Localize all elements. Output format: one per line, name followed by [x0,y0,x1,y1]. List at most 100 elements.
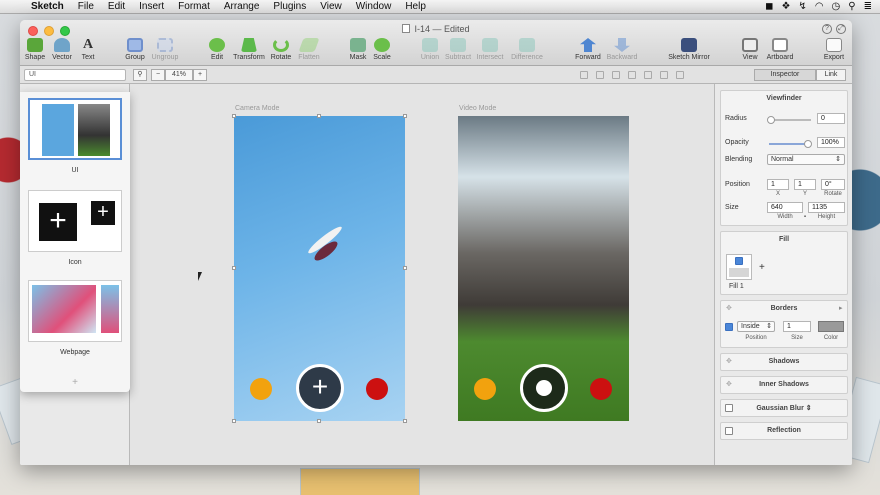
fill-checkbox[interactable] [735,257,743,265]
canvas[interactable]: Camera Mode + Video Mode [130,84,714,465]
add-fill-button[interactable]: + [759,262,765,273]
opacity-input[interactable]: 100% [817,137,845,148]
shadows-section[interactable]: ✥ Shadows [720,353,848,371]
gaussian-blur-checkbox[interactable] [725,404,733,412]
flatten-button[interactable]: Flatten [289,38,329,61]
menu-app-sketch[interactable]: Sketch [24,1,71,12]
chevron-updown-icon: ⇕ [835,156,841,163]
border-size-input[interactable]: 1 [783,321,811,332]
resize-handle[interactable] [317,114,321,118]
opacity-slider-knob[interactable] [804,140,812,148]
resize-handle[interactable] [232,266,236,270]
radius-input[interactable]: 0 [817,113,845,124]
reflection-section[interactable]: Reflection [720,422,848,440]
opacity-label: Opacity [725,139,749,146]
distribute-icon[interactable] [676,71,684,79]
notification-list-icon[interactable]: ≣ [864,1,872,12]
scale-button[interactable]: Scale [362,38,402,61]
resize-handle[interactable] [403,114,407,118]
search-zoom-icon[interactable]: ⚲ [133,69,147,81]
secondary-toolbar: UI ⚲ − 41% + Inspector Link [20,66,852,84]
borders-title[interactable]: Borders [721,301,847,312]
page-label: Webpage [60,349,90,356]
drag-handle-icon[interactable]: ✥ [726,380,732,388]
tab-inspector[interactable]: Inspector [754,69,816,81]
resize-handle[interactable] [403,266,407,270]
menu-help[interactable]: Help [398,1,433,12]
inner-shadows-section[interactable]: ✥ Inner Shadows [720,376,848,394]
text-tool[interactable]: A Text [68,38,108,62]
clock-icon[interactable]: ◷ [832,1,841,12]
align-top-icon[interactable] [628,71,636,79]
fullscreen-icon[interactable]: ⤢ [836,24,846,34]
align-right-icon[interactable] [612,71,620,79]
zoom-in-button[interactable]: + [193,69,207,81]
blending-select[interactable]: Normal ⇕ [767,154,845,165]
add-page-button[interactable]: + [20,377,130,388]
resize-handle[interactable] [403,419,407,423]
wifi-icon[interactable]: ◠ [815,1,824,12]
radius-slider-knob[interactable] [767,116,775,124]
backward-button[interactable]: Backward [602,38,642,61]
reflection-checkbox[interactable] [725,427,733,435]
right-mode-dot[interactable] [590,378,612,400]
sync-icon[interactable]: ↯ [798,1,806,12]
shutter-button[interactable]: + [296,364,344,412]
drag-handle-icon[interactable]: ✥ [726,357,732,365]
left-mode-dot[interactable] [474,378,496,400]
radius-slider[interactable] [769,119,811,121]
chevron-right-icon[interactable]: ▸ [839,304,843,312]
dropbox-icon[interactable]: ❖ [781,1,790,12]
artboard-camera-mode[interactable]: + [234,116,405,421]
menu-window[interactable]: Window [349,1,399,12]
align-bottom-icon[interactable] [660,71,668,79]
resize-handle[interactable] [232,419,236,423]
height-input[interactable]: 1135 [808,202,845,213]
position-x-input[interactable]: 1 [767,179,789,190]
ungroup-button[interactable]: Ungroup [145,38,185,61]
fill-item-label: Fill 1 [729,283,744,290]
difference-button[interactable]: Difference [507,38,547,61]
search-icon[interactable]: ⚲ [848,1,855,12]
align-middle-icon[interactable] [644,71,652,79]
border-position-select[interactable]: Inside ⇕ [737,321,775,332]
menu-insert[interactable]: Insert [132,1,171,12]
align-center-icon[interactable] [596,71,604,79]
intersect-button[interactable]: Intersect [470,38,510,61]
menu-edit[interactable]: Edit [101,1,132,12]
fill-swatch[interactable] [726,254,752,280]
artboard-button[interactable]: Artboard [760,38,800,61]
menu-format[interactable]: Format [171,1,217,12]
chevron-updown-icon[interactable]: ⇕ [806,405,812,412]
zoom-level[interactable]: 41% [165,69,193,81]
right-mode-dot[interactable] [366,378,388,400]
page-item-icon[interactable]: + + Icon [28,190,122,266]
drag-handle-icon[interactable]: ✥ [726,304,732,312]
border-checkbox[interactable] [725,323,733,331]
left-mode-dot[interactable] [250,378,272,400]
help-icon[interactable]: ? [822,24,832,34]
align-left-icon[interactable] [580,71,588,79]
position-y-input[interactable]: 1 [794,179,816,190]
lock-icon[interactable]: ▪ [801,214,809,220]
width-input[interactable]: 640 [767,202,803,213]
menu-arrange[interactable]: Arrange [217,1,267,12]
menu-plugins[interactable]: Plugins [266,1,313,12]
resize-handle[interactable] [232,114,236,118]
layer-filter-input[interactable]: UI [24,69,126,81]
artboard-video-mode[interactable] [458,116,629,421]
menu-file[interactable]: File [71,1,101,12]
sketch-mirror-button[interactable]: Sketch Mirror [664,38,714,61]
tab-link[interactable]: Link [816,69,846,81]
border-color-well[interactable] [818,321,844,332]
resize-handle[interactable] [317,419,321,423]
gaussian-blur-section[interactable]: Gaussian Blur ⇕ [720,399,848,417]
page-item-webpage[interactable]: Webpage [28,280,122,356]
record-button[interactable] [520,364,568,412]
rotate-input[interactable]: 0° [821,179,845,190]
camera-icon[interactable]: ◼ [765,1,773,12]
zoom-out-button[interactable]: − [151,69,165,81]
menu-view[interactable]: View [313,1,349,12]
export-button[interactable]: Export [814,38,852,61]
page-item-ui[interactable]: UI [28,98,122,174]
